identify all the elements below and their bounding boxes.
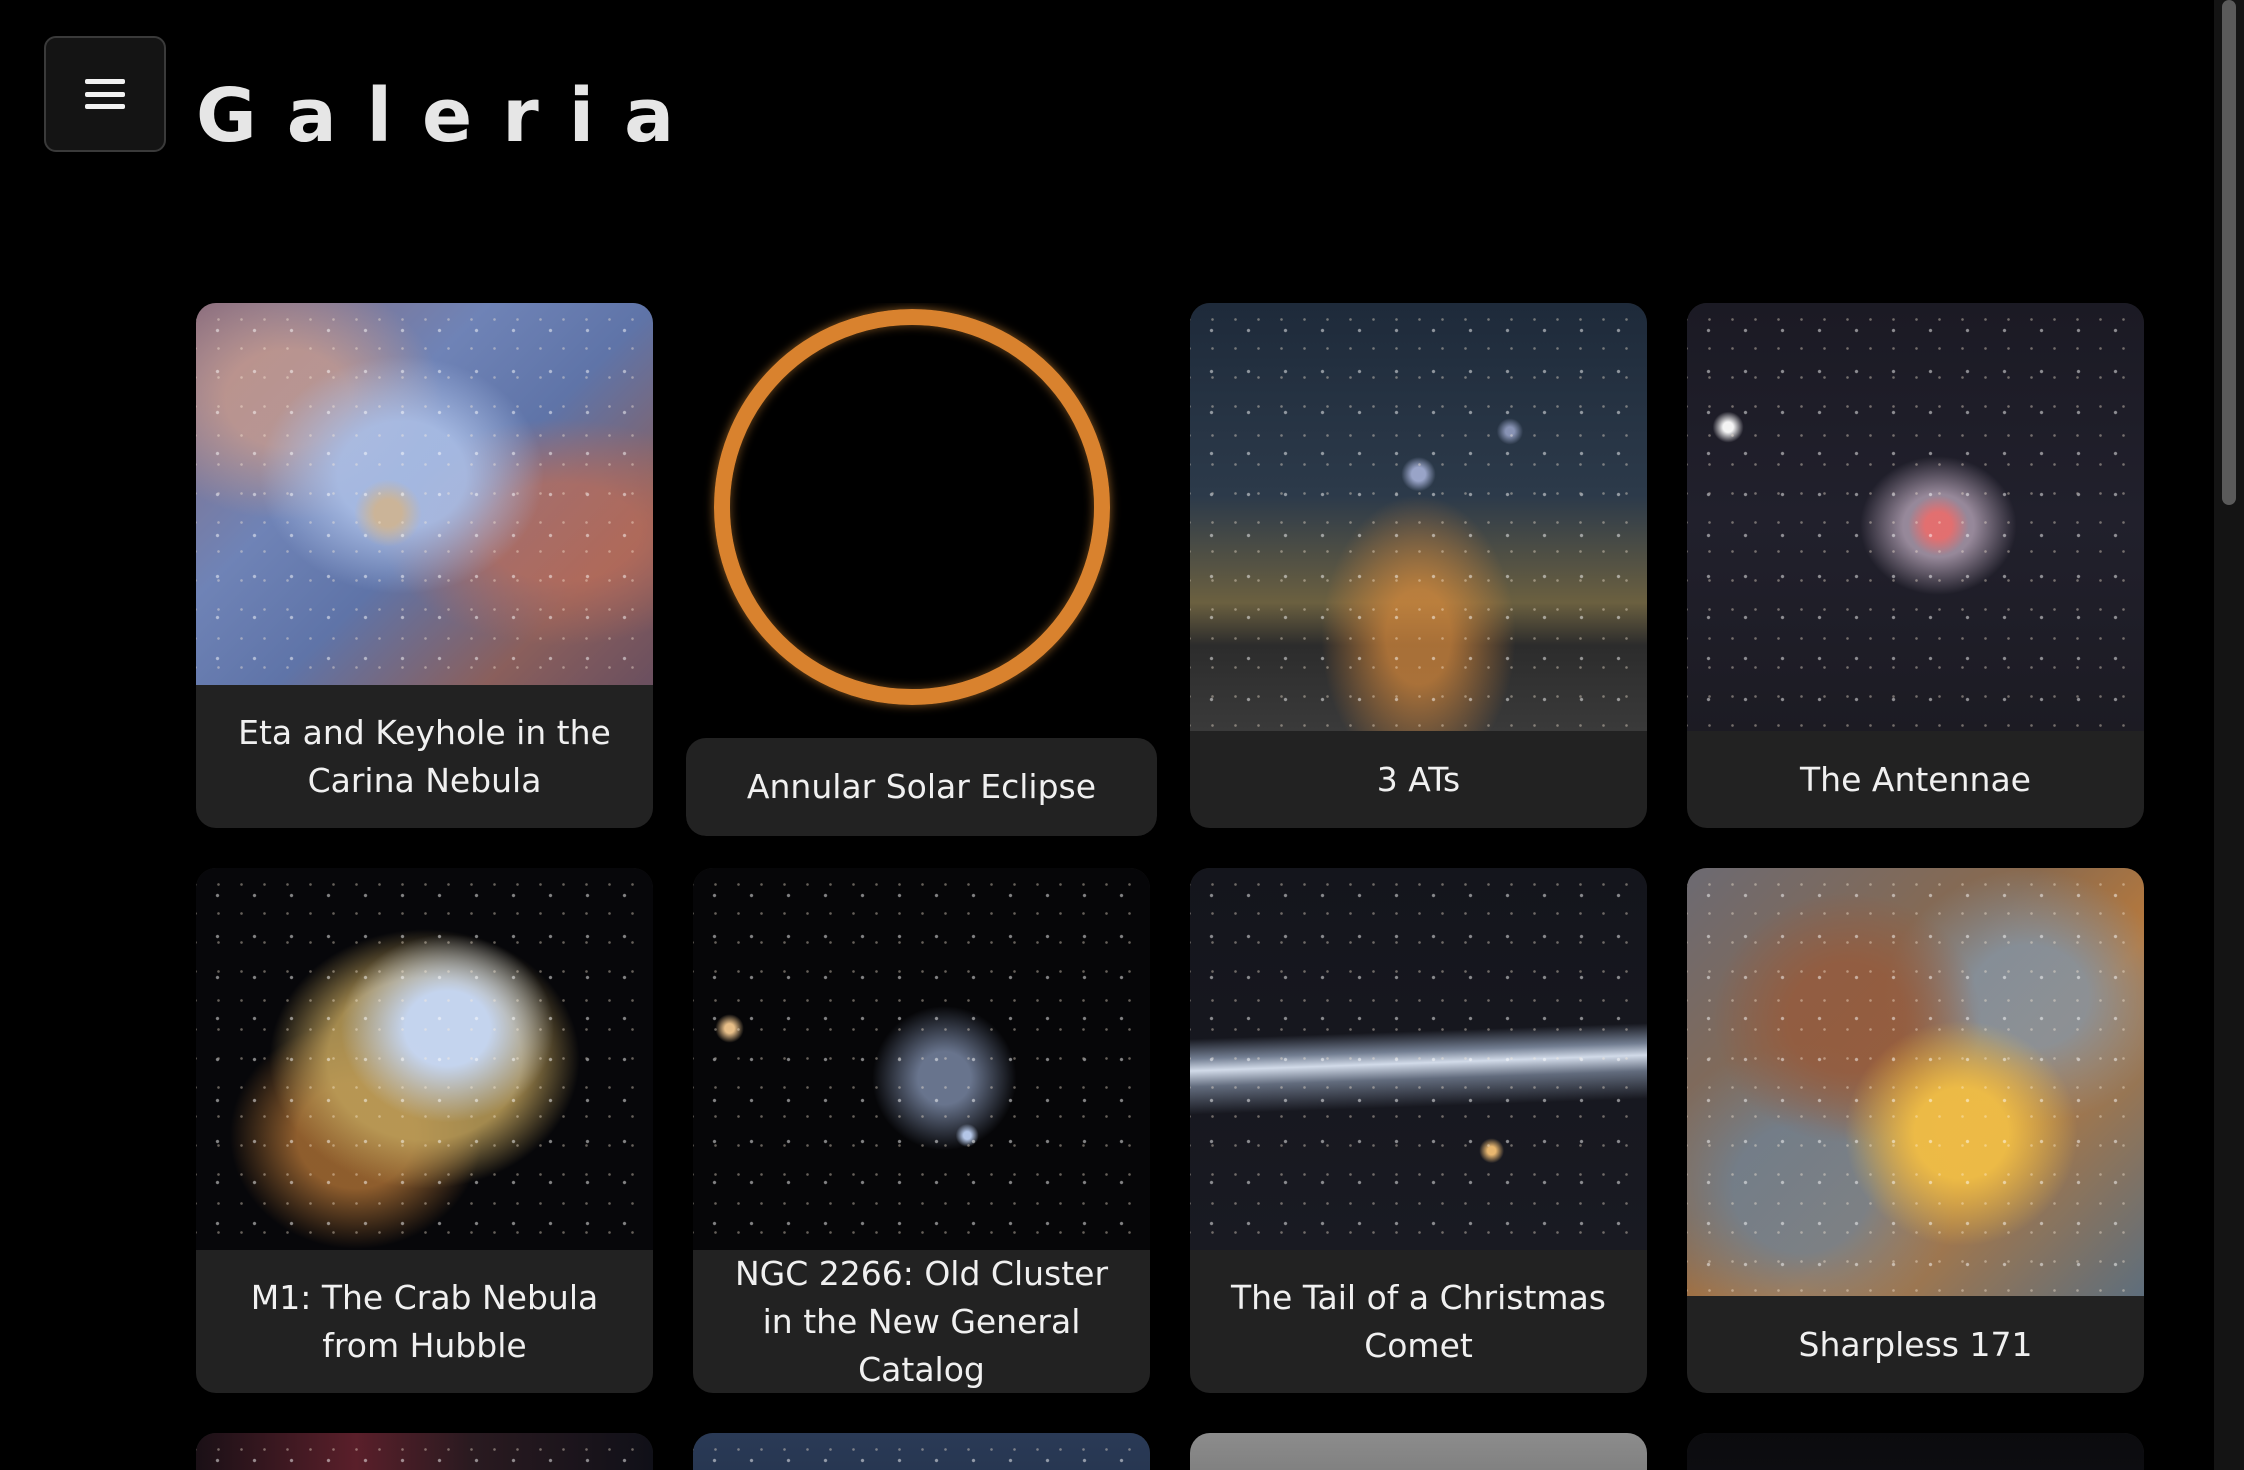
gallery-image <box>693 868 1150 1250</box>
menu-button[interactable] <box>44 36 166 152</box>
gallery-card[interactable]: 3 ATs <box>1190 303 1647 828</box>
gallery-page: Galeria Eta and Keyhole in the Carina Ne… <box>0 0 2244 1470</box>
gallery-image <box>693 1433 1150 1470</box>
gallery-image <box>1687 303 2144 731</box>
gallery-image <box>196 303 653 685</box>
gallery-caption: Sharpless 171 <box>1798 1324 2033 1364</box>
gallery-card[interactable] <box>693 1433 1150 1470</box>
vertical-scrollbar[interactable] <box>2214 0 2244 1470</box>
gallery-caption: 3 ATs <box>1376 759 1461 799</box>
gallery-image <box>1687 1433 2144 1470</box>
gallery-image <box>1190 303 1647 731</box>
gallery-caption: The Antennae <box>1800 759 2031 799</box>
page-title: Galeria <box>196 73 705 159</box>
gallery-caption: The Tail of a Christmas Comet <box>1230 1277 1606 1365</box>
hamburger-menu-icon <box>85 79 125 109</box>
gallery-image <box>1190 868 1647 1250</box>
gallery-card[interactable] <box>196 1433 653 1470</box>
gallery-caption: NGC 2266: Old Cluster in the New General… <box>734 1253 1109 1389</box>
gallery-caption: Eta and Keyhole in the Carina Nebula <box>238 712 611 800</box>
gallery-image <box>196 1433 653 1470</box>
gallery-card[interactable]: Eta and Keyhole in the Carina Nebula <box>196 303 653 828</box>
gallery-card[interactable]: M1: The Crab Nebula from Hubble <box>196 868 653 1393</box>
gallery-image <box>1687 868 2144 1296</box>
gallery-card[interactable]: The Antennae <box>1687 303 2144 828</box>
gallery-card[interactable] <box>1687 1433 2144 1470</box>
gallery-card[interactable]: Sharpless 171 <box>1687 868 2144 1393</box>
gallery-image <box>196 868 653 1250</box>
gallery-card[interactable]: Annular Solar Eclipse <box>686 303 1157 836</box>
gallery-caption: Annular Solar Eclipse <box>686 738 1157 836</box>
eclipse-ring <box>714 309 1110 705</box>
gallery-image <box>686 303 1157 736</box>
gallery-image <box>1190 1433 1647 1470</box>
gallery-caption: M1: The Crab Nebula from Hubble <box>250 1277 599 1365</box>
gallery-card[interactable]: NGC 2266: Old Cluster in the New General… <box>693 868 1150 1393</box>
gallery-card[interactable] <box>1190 1433 1647 1470</box>
gallery-card[interactable]: The Tail of a Christmas Comet <box>1190 868 1647 1393</box>
scrollbar-thumb[interactable] <box>2222 0 2236 505</box>
